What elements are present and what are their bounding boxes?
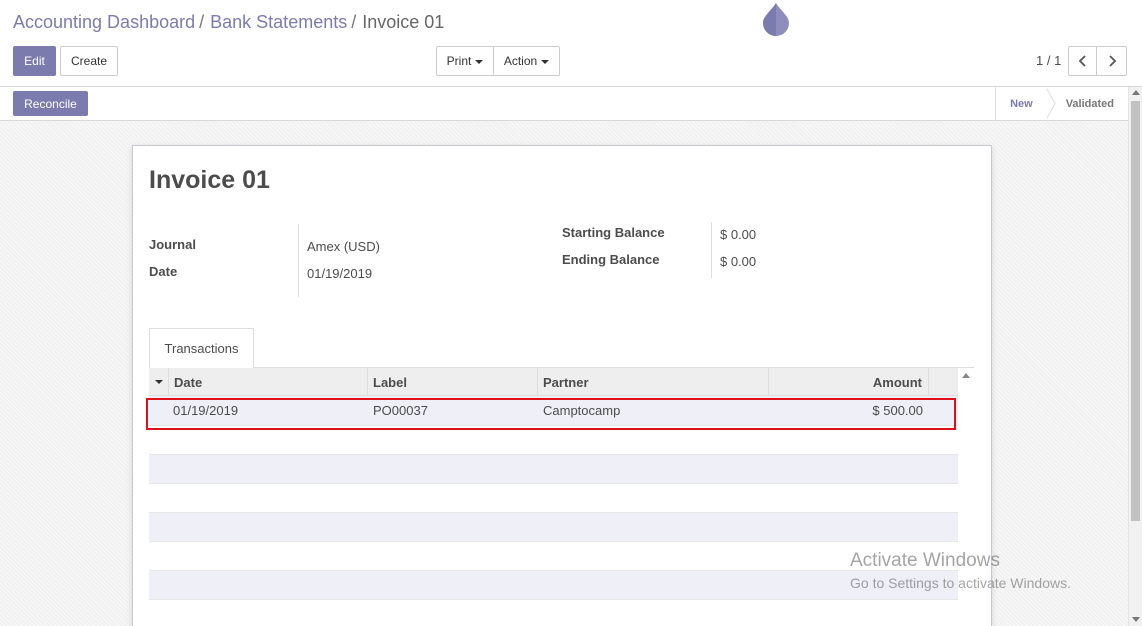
chevron-right-icon	[1108, 55, 1116, 67]
create-button[interactable]: Create	[60, 46, 118, 76]
breadcrumb-separator: /	[351, 12, 357, 32]
field-divider	[298, 224, 299, 297]
edit-button[interactable]: Edit	[13, 46, 56, 76]
journal-label: Journal	[149, 237, 196, 252]
content-area: Invoice 01 Journal Date Amex (USD) 01/19…	[0, 121, 1128, 626]
status-step-new[interactable]: New	[995, 87, 1047, 120]
ending-balance-value: $ 0.00	[720, 254, 757, 269]
cell-partner: Camptocamp	[543, 403, 621, 418]
column-date[interactable]: Date	[169, 368, 368, 396]
empty-row	[149, 542, 958, 571]
control-panel: Accounting Dashboard / Bank Statements / Inv…	[0, 0, 1142, 87]
status-step-validated-label: Validated	[1065, 97, 1114, 110]
breadcrumb-accounting-dashboard[interactable]: Accounting Dashboard	[13, 12, 195, 32]
journal-value: Amex (USD)	[307, 239, 380, 254]
step-arrow-icon	[1045, 87, 1056, 120]
status-steps: New Validated	[995, 87, 1128, 120]
date-value: 01/19/2019	[307, 266, 373, 281]
table-header: Date Label Partner Amount	[149, 368, 958, 396]
action-label: Action	[503, 54, 538, 68]
caret-down-icon	[155, 380, 163, 384]
table-row[interactable]: 01/19/2019 PO00037 Camptocamp $ 500.00	[149, 396, 958, 426]
pager-previous-button[interactable]	[1068, 46, 1097, 76]
page-scrollbar[interactable]	[1128, 87, 1142, 626]
tab-transactions[interactable]: Transactions	[149, 328, 254, 368]
scroll-up-icon[interactable]	[962, 373, 970, 378]
cell-date: 01/19/2019	[173, 403, 239, 418]
empty-row	[149, 513, 958, 542]
breadcrumb-bank-statements[interactable]: Bank Statements	[210, 12, 347, 32]
record-title: Invoice 01	[149, 166, 270, 194]
table-scrollbar[interactable]	[958, 368, 974, 626]
starting-balance-label: Starting Balance	[562, 225, 665, 240]
field-divider	[711, 222, 712, 278]
caret-down-icon	[475, 59, 484, 64]
cell-label: PO00037	[373, 403, 428, 418]
status-bar: Reconcile New Validated	[0, 87, 1128, 121]
starting-balance-value: $ 0.00	[720, 227, 757, 242]
reconcile-button[interactable]: Reconcile	[13, 91, 88, 116]
breadcrumb: Accounting Dashboard / Bank Statements / Inv…	[13, 12, 444, 33]
pager-value[interactable]: 1 / 1	[1036, 53, 1061, 68]
status-step-new-label: New	[1010, 97, 1033, 110]
scroll-up-icon[interactable]	[1132, 90, 1140, 95]
scroll-thumb[interactable]	[1131, 101, 1140, 521]
empty-row	[149, 571, 958, 600]
transactions-table: Date Label Partner Amount 01/19/2019 PO0…	[146, 368, 958, 600]
breadcrumb-separator: /	[199, 12, 205, 32]
empty-row	[149, 484, 958, 513]
breadcrumb-current: Invoice 01	[362, 12, 445, 32]
ending-balance-label: Ending Balance	[562, 252, 660, 267]
form-sheet: Invoice 01 Journal Date Amex (USD) 01/19…	[132, 145, 992, 626]
column-label[interactable]: Label	[368, 368, 538, 396]
empty-row	[149, 426, 958, 455]
cell-amount: $ 500.00	[872, 403, 923, 418]
caret-down-icon	[541, 59, 550, 64]
empty-row	[149, 455, 958, 484]
print-label: Print	[446, 54, 472, 68]
pager-next-button[interactable]	[1096, 46, 1127, 76]
column-partner[interactable]: Partner	[538, 368, 769, 396]
status-step-validated[interactable]: Validated	[1056, 87, 1128, 120]
action-dropdown[interactable]: Action	[493, 46, 560, 76]
scroll-down-icon[interactable]	[1132, 617, 1140, 622]
drop-logo-icon	[763, 3, 789, 36]
chevron-left-icon	[1078, 55, 1086, 67]
print-dropdown[interactable]: Print	[436, 46, 494, 76]
column-spacer	[929, 368, 958, 396]
date-label: Date	[149, 264, 178, 279]
sort-toggle[interactable]	[149, 368, 169, 396]
column-amount[interactable]: Amount	[769, 368, 929, 396]
